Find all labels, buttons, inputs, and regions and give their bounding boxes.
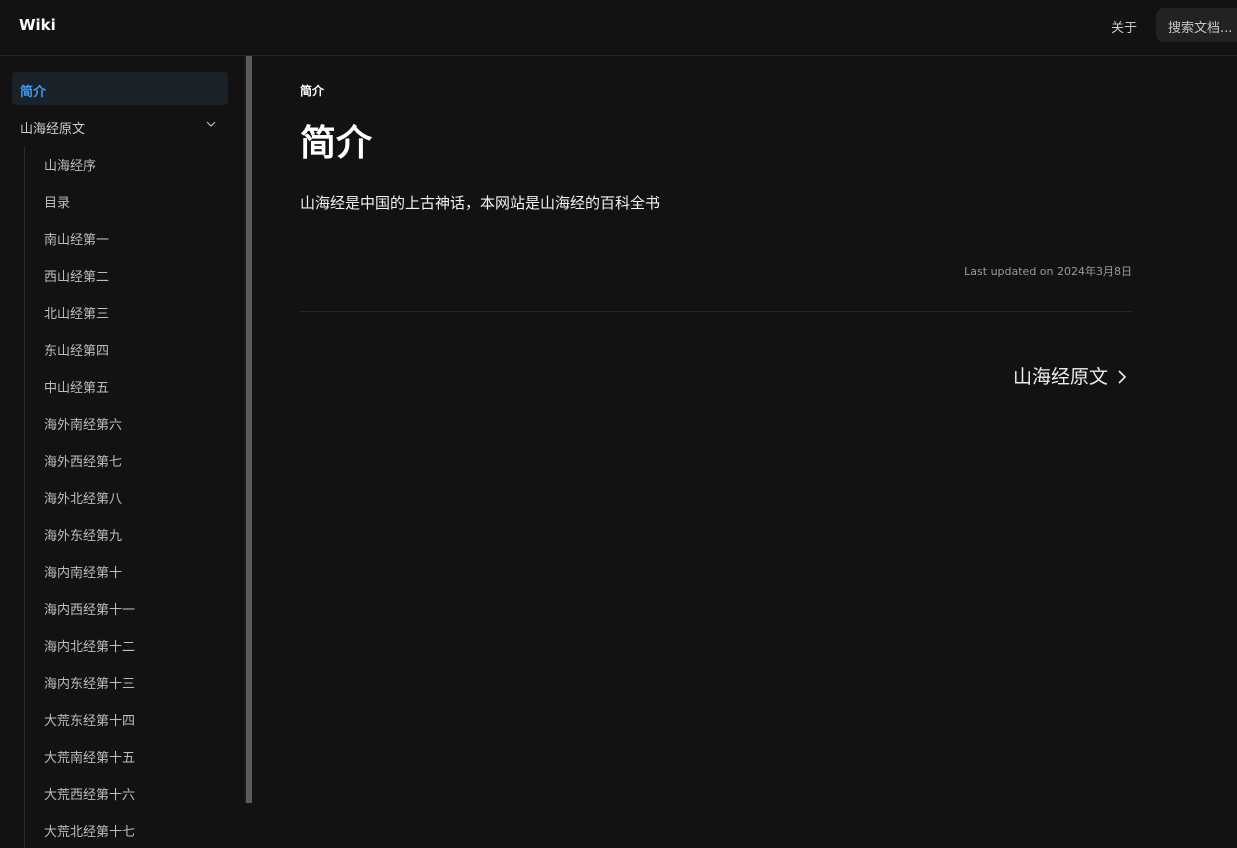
search-button[interactable]: 搜索文档... (1156, 8, 1237, 42)
top-navbar: Wiki 关于 搜索文档... (0, 0, 1237, 56)
page-title: 简介 (300, 123, 373, 164)
sidebar-subitem[interactable]: 中山经第五 (25, 368, 228, 405)
sidebar: 简介 山海经原文 山海经序 目录 南山经第一 西山经第二 北山经第三 东山经第四 中山经第五… (0, 56, 244, 848)
sidebar-subitem[interactable]: 海外东经第九 (25, 516, 228, 553)
sidebar-item-intro[interactable]: 简介 (12, 72, 228, 105)
sidebar-subitem[interactable]: 山海经序 (25, 146, 228, 183)
sidebar-group-label: 山海经原文 (20, 122, 86, 137)
sidebar-sublist: 山海经序 目录 南山经第一 西山经第二 北山经第三 东山经第四 中山经第五 海外南经第六 海外西… (24, 146, 228, 848)
chevron-right-icon (1118, 370, 1127, 384)
sidebar-subitem[interactable]: 海内西经第十一 (25, 590, 228, 627)
sidebar-subitem[interactable]: 大荒东经第十四 (25, 701, 228, 738)
sidebar-group-original-text[interactable]: 山海经原文 (12, 109, 228, 142)
sidebar-subitem[interactable]: 海内北经第十二 (25, 627, 228, 664)
sidebar-subitem[interactable]: 目录 (25, 183, 228, 220)
sidebar-subitem[interactable]: 东山经第四 (25, 331, 228, 368)
sidebar-subitem[interactable]: 南山经第一 (25, 220, 228, 257)
intro-paragraph: 山海经是中国的上古神话，本网站是山海经的百科全书 (300, 194, 661, 212)
sidebar-subitem[interactable]: 海内东经第十三 (25, 664, 228, 701)
breadcrumb: 简介 (300, 84, 325, 98)
sidebar-scrollbar[interactable] (244, 56, 252, 803)
chevron-down-icon[interactable] (206, 119, 216, 129)
sidebar-subitem[interactable]: 海内南经第十 (25, 553, 228, 590)
sidebar-subitem[interactable]: 海外北经第八 (25, 479, 228, 516)
last-updated-text: Last updated on 2024年3月8日 (964, 265, 1132, 278)
sidebar-subitem[interactable]: 海外南经第六 (25, 405, 228, 442)
sidebar-subitem[interactable]: 大荒西经第十六 (25, 775, 228, 812)
next-page-link[interactable]: 山海经原文 (1013, 362, 1128, 389)
sidebar-subitem[interactable]: 大荒北经第十七 (25, 812, 228, 848)
sidebar-subitem[interactable]: 北山经第三 (25, 294, 228, 331)
divider (300, 311, 1132, 312)
sidebar-subitem[interactable]: 西山经第二 (25, 257, 228, 294)
site-title[interactable]: Wiki (19, 16, 56, 34)
about-link[interactable]: 关于 (1111, 17, 1137, 36)
sidebar-subitem[interactable]: 大荒南经第十五 (25, 738, 228, 775)
sidebar-subitem[interactable]: 海外西经第七 (25, 442, 228, 479)
next-page-label: 山海经原文 (1012, 366, 1108, 388)
